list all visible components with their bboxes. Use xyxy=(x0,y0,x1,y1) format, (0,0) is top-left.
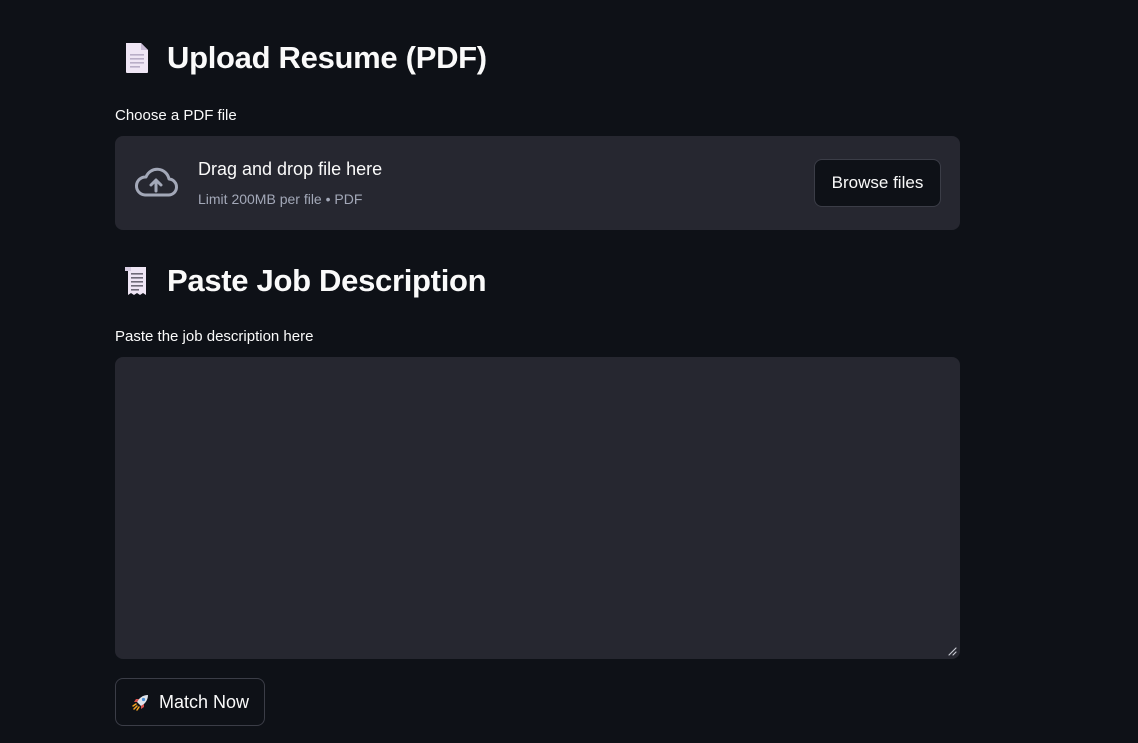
resize-handle-icon[interactable] xyxy=(947,646,957,656)
dropzone-limit-text: Limit 200MB per file • PDF xyxy=(198,191,363,207)
job-heading-text: Paste Job Description xyxy=(167,263,487,298)
dropzone-title: Drag and drop file here xyxy=(198,159,383,179)
pdf-file-label: Choose a PDF file xyxy=(115,107,237,124)
match-now-button[interactable]: Match Now xyxy=(115,678,265,726)
job-description-textarea[interactable] xyxy=(115,357,960,659)
upload-heading-text: Upload Resume (PDF) xyxy=(167,40,487,75)
cloud-upload-icon xyxy=(135,167,178,197)
page-document-icon xyxy=(126,43,148,73)
file-dropzone[interactable]: Drag and drop file here Limit 200MB per … xyxy=(115,136,960,230)
browse-files-button[interactable]: Browse files xyxy=(814,159,941,207)
job-description-heading: Paste Job Description xyxy=(121,263,487,299)
job-description-label: Paste the job description here xyxy=(115,328,314,345)
rocket-icon xyxy=(132,695,148,711)
match-now-label: Match Now xyxy=(158,691,250,712)
receipt-scroll-icon xyxy=(125,267,146,295)
upload-resume-heading: Upload Resume (PDF) xyxy=(121,40,487,76)
